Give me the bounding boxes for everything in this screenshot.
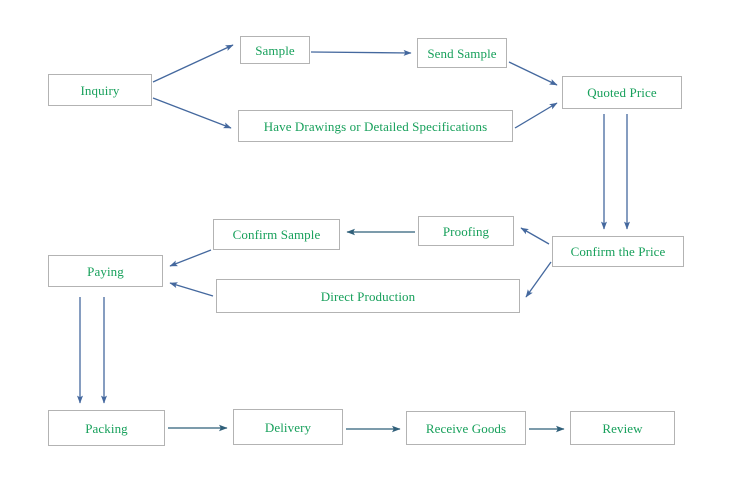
node-label: Paying: [87, 263, 124, 279]
node-label: Direct Production: [320, 288, 416, 304]
node-delivery[interactable]: Delivery: [233, 409, 343, 445]
edge-direct-production-to-paying: [169, 282, 214, 297]
node-label: Have Drawings or Detailed Specifications: [263, 118, 488, 134]
node-packing[interactable]: Packing: [48, 410, 165, 446]
node-review[interactable]: Review: [570, 411, 675, 445]
node-paying[interactable]: Paying: [48, 255, 163, 287]
edge-inquiry-to-sample: [152, 44, 234, 83]
node-label: Quoted Price: [587, 85, 657, 100]
node-direct-production[interactable]: Direct Production: [216, 279, 520, 313]
flowchart-canvas: Inquiry Sample Send Sample Have Drawings…: [0, 0, 750, 500]
node-label: Proofing: [442, 223, 490, 239]
node-label: Sample: [255, 42, 295, 58]
edge-send-sample-to-quoted-price: [508, 61, 558, 86]
edge-confirm-price-to-proofing: [520, 227, 550, 245]
edge-confirm-price-to-direct-production: [525, 261, 552, 298]
node-label: Receive Goods: [425, 420, 507, 436]
edge-confirm-sample-to-paying: [169, 249, 212, 267]
node-confirm-the-price[interactable]: Confirm the Price: [552, 236, 684, 267]
node-label: Delivery: [264, 419, 312, 435]
node-have-drawings[interactable]: Have Drawings or Detailed Specifications: [238, 110, 513, 142]
node-confirm-sample[interactable]: Confirm Sample: [213, 219, 340, 250]
node-label: Packing: [85, 420, 128, 436]
node-inquiry[interactable]: Inquiry: [48, 74, 152, 106]
node-label: Confirm the Price: [570, 244, 666, 259]
edge-have-drawings-to-quoted-price: [514, 102, 558, 129]
edge-sample-to-send-sample: [310, 49, 412, 56]
node-label: Confirm Sample: [232, 227, 321, 242]
node-quoted-price[interactable]: Quoted Price: [562, 76, 682, 109]
node-label: Send Sample: [427, 45, 497, 61]
node-label: Review: [602, 420, 643, 436]
node-proofing[interactable]: Proofing: [418, 216, 514, 246]
edge-inquiry-to-have-drawings: [152, 97, 232, 129]
node-label: Inquiry: [80, 82, 120, 98]
node-receive-goods[interactable]: Receive Goods: [406, 411, 526, 445]
node-sample[interactable]: Sample: [240, 36, 310, 64]
node-send-sample[interactable]: Send Sample: [417, 38, 507, 68]
